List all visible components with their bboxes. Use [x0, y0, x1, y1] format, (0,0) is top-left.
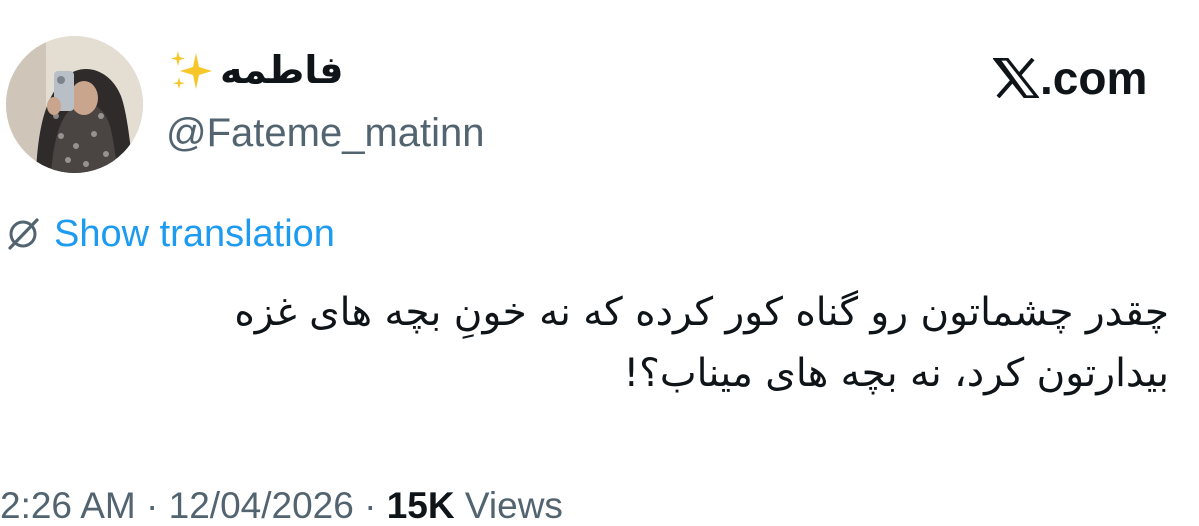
- x-brand: .com: [993, 55, 1147, 101]
- tweet-line: بیدارتون کرد، نه بچه های میناب؟!: [623, 351, 1169, 396]
- author-display-name-row[interactable]: فاطمه: [166, 47, 343, 95]
- tweet-line: چقدر چشماتون رو گناه کور کرده که نه خونِ…: [234, 290, 1169, 335]
- author-display-name: فاطمه: [220, 50, 344, 92]
- tweet-meta: 2:26 AM · 12/04/2026 · 15K Views: [0, 487, 563, 524]
- views-label: Views: [464, 485, 563, 526]
- avatar[interactable]: [6, 36, 143, 173]
- tweet-date[interactable]: 12/04/2026: [169, 485, 354, 526]
- views-count: 15K: [386, 485, 455, 526]
- sparkles-icon: [166, 47, 216, 95]
- show-translation-row[interactable]: Show translation: [6, 215, 335, 253]
- meta-separator: ·: [146, 485, 159, 526]
- brand-domain: .com: [1040, 52, 1148, 104]
- meta-separator: ·: [364, 485, 377, 526]
- author-handle[interactable]: @Fateme_matinn: [166, 113, 485, 153]
- globe-slash-icon: [6, 216, 42, 252]
- x-logo-icon: [993, 58, 1039, 98]
- tweet-time[interactable]: 2:26 AM: [0, 485, 136, 526]
- show-translation-link[interactable]: Show translation: [54, 215, 335, 253]
- tweet-text: چقدر چشماتون رو گناه کور کرده که نه خونِ…: [30, 282, 1169, 404]
